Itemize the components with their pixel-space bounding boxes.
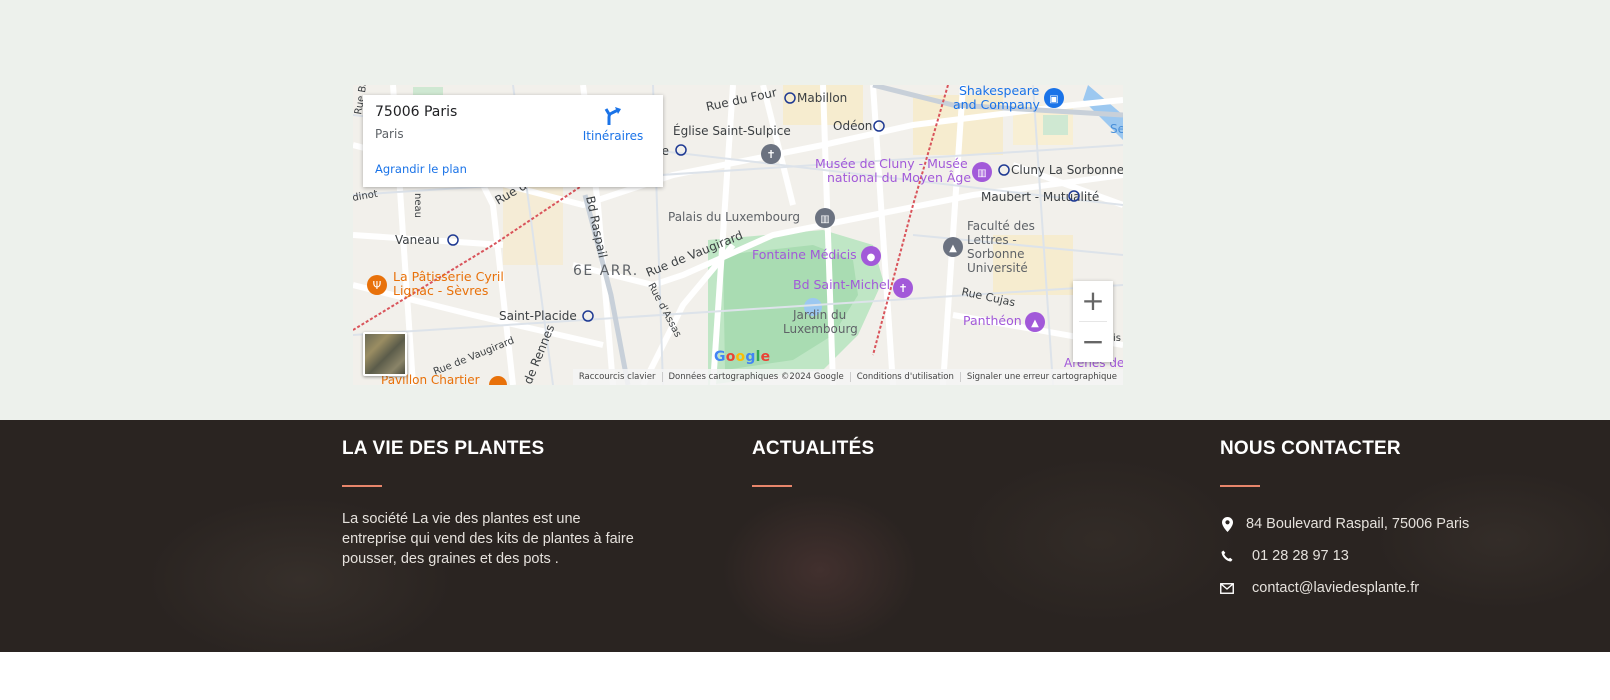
footer-col-about: LA VIE DES PLANTES La société La vie des…	[342, 438, 642, 569]
footer-news-title: ACTUALITÉS	[752, 438, 875, 459]
map-pin-icon	[1220, 516, 1234, 532]
pin-pantheon-icon[interactable]: ▲	[1025, 312, 1045, 332]
label-jardin-2: Luxembourg	[783, 322, 858, 336]
contact-list: 84 Boulevard Raspail, 75006 Paris 01 28 …	[1220, 508, 1469, 604]
footer-col-news: ACTUALITÉS	[752, 438, 874, 487]
label-patisserie-2: Lignac - Sèvres	[393, 283, 488, 298]
footer-col-contact: NOUS CONTACTER 84 Boulevard Raspail, 750…	[1220, 438, 1469, 604]
pin-palais-icon[interactable]: ▥	[815, 208, 835, 228]
footer-news-divider	[752, 485, 792, 487]
map-place-title: 75006 Paris	[375, 104, 458, 120]
pin-faculte-icon[interactable]: ▲	[943, 237, 963, 257]
svg-text:▣: ▣	[1049, 94, 1058, 105]
map-info-card: 75006 Paris Paris Agrandir le plan Itiné…	[363, 95, 663, 187]
map-data-credit: Données cartographiques ©2024 Google	[661, 372, 850, 382]
pin-eglise-icon[interactable]: ✝	[761, 144, 781, 164]
svg-text:▥: ▥	[820, 214, 829, 225]
google-logo: Google	[714, 349, 771, 365]
satellite-layer-toggle[interactable]	[363, 332, 407, 376]
label-patisserie-1: La Pâtisserie Cyril	[393, 269, 504, 284]
label-6e-arr: 6E ARR.	[573, 263, 639, 279]
footer-about-text: La société La vie des plantes est une en…	[342, 511, 634, 567]
google-map[interactable]: Rue du Four Mabillon Église Saint-Sulpic…	[353, 85, 1123, 385]
contact-email: contact@laviedesplante.fr	[1220, 572, 1469, 604]
label-bd-st-michel: Bd Saint-Michel	[793, 277, 890, 292]
contact-address: 84 Boulevard Raspail, 75006 Paris	[1220, 508, 1469, 540]
directions-button[interactable]: Itinéraires	[573, 105, 653, 150]
svg-text:✝: ✝	[766, 148, 775, 161]
pin-shakespeare-icon[interactable]: ▣	[1044, 88, 1064, 108]
footer-about-title: LA VIE DES PLANTES	[342, 438, 545, 459]
footer-contact-title: NOUS CONTACTER	[1220, 438, 1401, 459]
svg-text:✝: ✝	[898, 282, 907, 295]
label-eglise: Église Saint-Sulpice	[673, 123, 791, 138]
svg-text:Ψ: Ψ	[373, 279, 382, 292]
map-place-subtitle: Paris	[375, 127, 404, 141]
label-faculte-2: Lettres -	[967, 233, 1017, 247]
label-mabillon: Mabillon	[797, 91, 847, 105]
footer-contact-divider	[1220, 485, 1260, 487]
label-odeon: Odéon	[833, 119, 872, 133]
map-zoom-control: + −	[1073, 281, 1113, 362]
pin-cluny-icon[interactable]: ▥	[972, 162, 992, 182]
enlarge-map-link[interactable]: Agrandir le plan	[375, 162, 467, 176]
svg-text:▲: ▲	[1031, 318, 1039, 329]
label-shakespeare-2: and Company	[953, 97, 1041, 112]
directions-icon	[604, 107, 621, 125]
label-neau: neau	[412, 193, 423, 218]
map-attribution: Raccourcis clavier Données cartographiqu…	[572, 369, 1123, 385]
label-faculte-4: Université	[967, 261, 1028, 275]
svg-text:▲: ▲	[949, 243, 957, 254]
pin-fontaine-icon[interactable]: ●	[861, 246, 881, 266]
contact-email-text[interactable]: contact@laviedesplante.fr	[1252, 580, 1419, 596]
report-error-link[interactable]: Signaler une erreur cartographique	[959, 372, 1123, 382]
zoom-in-button[interactable]: +	[1073, 281, 1113, 321]
label-vaneau: Vaneau	[395, 233, 440, 247]
label-jardin-1: Jardin du	[792, 308, 846, 322]
contact-address-text: 84 Boulevard Raspail, 75006 Paris	[1246, 516, 1470, 532]
pin-patisserie-icon[interactable]: Ψ	[367, 275, 387, 295]
label-se: Se	[1110, 122, 1123, 136]
label-cluny-2: national du Moyen Âge	[827, 170, 971, 185]
label-cluny-sorbonne: Cluny La Sorbonne	[1011, 163, 1123, 177]
terms-link[interactable]: Conditions d'utilisation	[849, 372, 960, 382]
label-fontaine: Fontaine Médicis	[752, 247, 857, 262]
contact-phone: 01 28 28 97 13	[1220, 540, 1469, 572]
footer-about-divider	[342, 485, 382, 487]
label-faculte-1: Faculté des	[967, 219, 1035, 233]
svg-text:●: ●	[867, 252, 876, 263]
label-cluny-1: Musée de Cluny - Musée	[815, 156, 968, 171]
label-faculte-3: Sorbonne	[967, 247, 1024, 261]
contact-phone-text: 01 28 28 97 13	[1252, 548, 1349, 564]
zoom-out-button[interactable]: −	[1073, 322, 1113, 362]
pin-bd-st-michel-icon[interactable]: ✝	[893, 278, 913, 298]
label-is: is	[1113, 333, 1121, 344]
label-palais: Palais du Luxembourg	[668, 210, 800, 224]
keyboard-shortcuts-link[interactable]: Raccourcis clavier	[573, 372, 662, 382]
label-maubert: Maubert - Mutualité	[981, 190, 1099, 204]
svg-text:▥: ▥	[977, 168, 986, 179]
directions-label: Itinéraires	[582, 129, 644, 143]
label-pantheon: Panthéon	[963, 313, 1022, 328]
site-footer: LA VIE DES PLANTES La société La vie des…	[0, 420, 1610, 652]
envelope-icon	[1220, 582, 1234, 594]
phone-icon	[1220, 550, 1234, 562]
label-saint-placide: Saint-Placide	[499, 309, 577, 323]
